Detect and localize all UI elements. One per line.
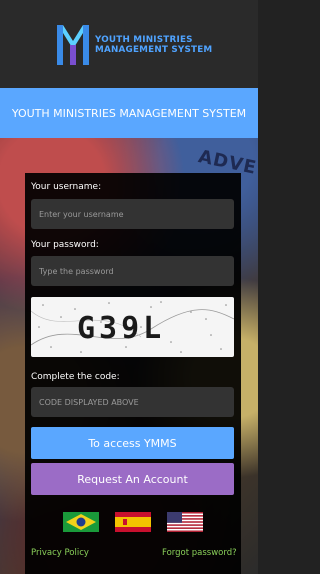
page-title: YOUTH MINISTRIES MANAGEMENT SYSTEM [11, 106, 247, 120]
username-label: Your username: [31, 182, 102, 192]
access-button[interactable]: To access YMMS [31, 427, 234, 459]
password-input[interactable]: Type the password [31, 256, 234, 286]
top-header: YOUTH MINISTRIES MANAGEMENT SYSTEM [0, 0, 258, 88]
captcha-image: G39L [31, 297, 234, 357]
password-placeholder: Type the password [39, 266, 114, 276]
code-label: Complete the code: [31, 372, 120, 382]
page-title-band: YOUTH MINISTRIES MANAGEMENT SYSTEM [0, 88, 258, 138]
usa-flag-icon[interactable] [167, 512, 203, 532]
username-placeholder: Enter your username [39, 209, 124, 219]
brand-name: YOUTH MINISTRIES MANAGEMENT SYSTEM [95, 35, 212, 55]
brand-logo: YOUTH MINISTRIES MANAGEMENT SYSTEM [57, 25, 212, 65]
ym-logo-icon [57, 25, 89, 65]
captcha-text: G39L [77, 311, 166, 346]
password-label: Your password: [31, 240, 99, 250]
brand-line-1: YOUTH MINISTRIES [95, 35, 193, 45]
forgot-password-link[interactable]: Forgot password? [162, 548, 237, 558]
code-input[interactable]: CODE DISPLAYED ABOVE [31, 387, 234, 417]
code-placeholder: CODE DISPLAYED ABOVE [39, 397, 139, 407]
username-input[interactable]: Enter your username [31, 199, 234, 229]
privacy-policy-link[interactable]: Privacy Policy [31, 548, 89, 558]
spain-flag-icon[interactable] [115, 512, 151, 532]
request-account-button[interactable]: Request An Account [31, 463, 234, 495]
brazil-flag-icon[interactable] [63, 512, 99, 532]
brand-line-2: MANAGEMENT SYSTEM [95, 45, 213, 55]
language-selector [63, 512, 203, 532]
